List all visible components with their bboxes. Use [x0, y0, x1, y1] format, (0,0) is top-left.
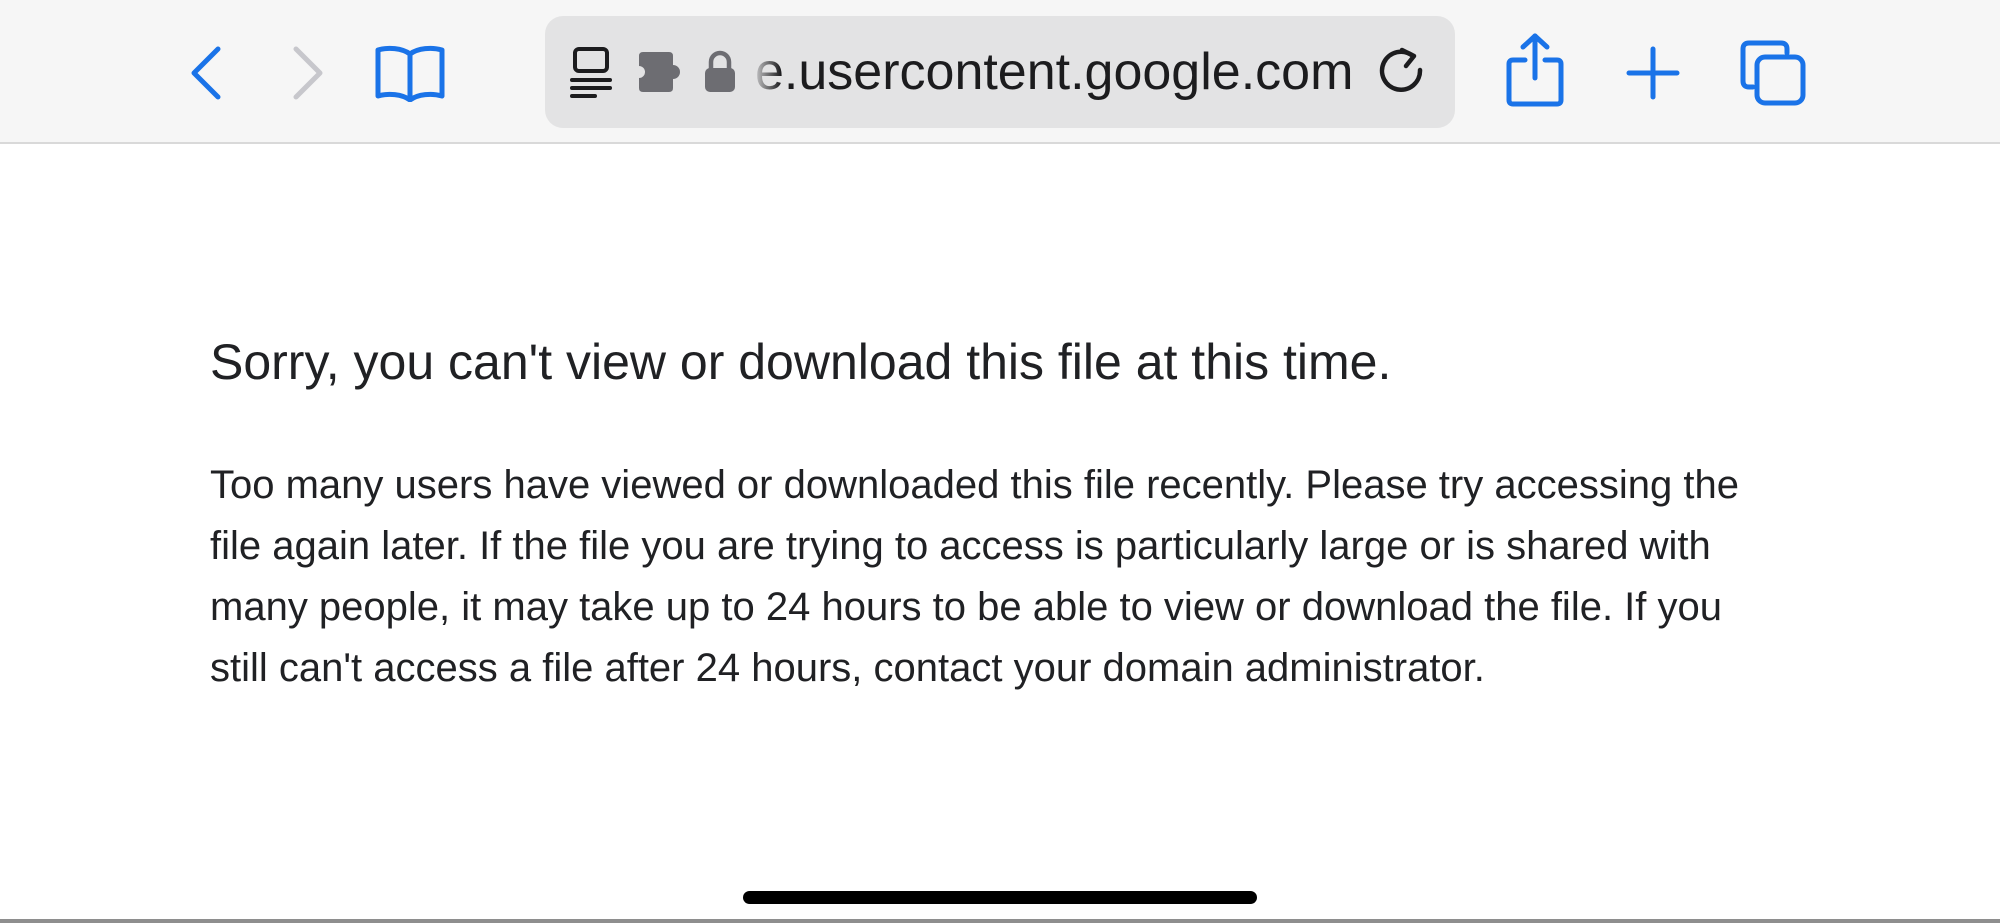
open-book-icon [375, 45, 445, 102]
extension-button[interactable] [635, 50, 685, 94]
tabs-overview-button[interactable] [1738, 38, 1808, 108]
address-bar[interactable]: e.usercontent.google.com [545, 16, 1455, 128]
lock-icon [705, 50, 735, 92]
chevron-left-icon [191, 46, 221, 100]
url-text: e.usercontent.google.com [755, 43, 1354, 101]
tabs-overview-icon [1740, 40, 1806, 106]
browser-window: e.usercontent.google.com Sorry, you can'… [0, 0, 2000, 923]
bookmarks-button[interactable] [370, 40, 450, 106]
screen-bottom-edge [0, 919, 2000, 923]
plus-icon [1626, 46, 1680, 100]
share-icon [1506, 33, 1564, 107]
error-message: Too many users have viewed or downloaded… [210, 463, 1739, 690]
share-button[interactable] [1502, 30, 1568, 110]
reader-mode-button[interactable] [569, 46, 613, 98]
reload-icon [1379, 47, 1423, 92]
chevron-right-icon [293, 46, 323, 100]
home-indicator[interactable] [743, 891, 1257, 904]
reload-button[interactable] [1377, 44, 1427, 100]
error-title: Sorry, you can't view or download this f… [210, 334, 1392, 390]
forward-button[interactable] [280, 38, 336, 108]
reader-mode-icon [570, 47, 612, 98]
puzzle-extension-icon [639, 52, 680, 92]
back-button[interactable] [178, 38, 234, 108]
new-tab-button[interactable] [1620, 42, 1686, 104]
page-content: Sorry, you can't view or download this f… [0, 144, 2000, 923]
lock-indicator [703, 50, 737, 94]
browser-toolbar: e.usercontent.google.com [0, 0, 2000, 144]
